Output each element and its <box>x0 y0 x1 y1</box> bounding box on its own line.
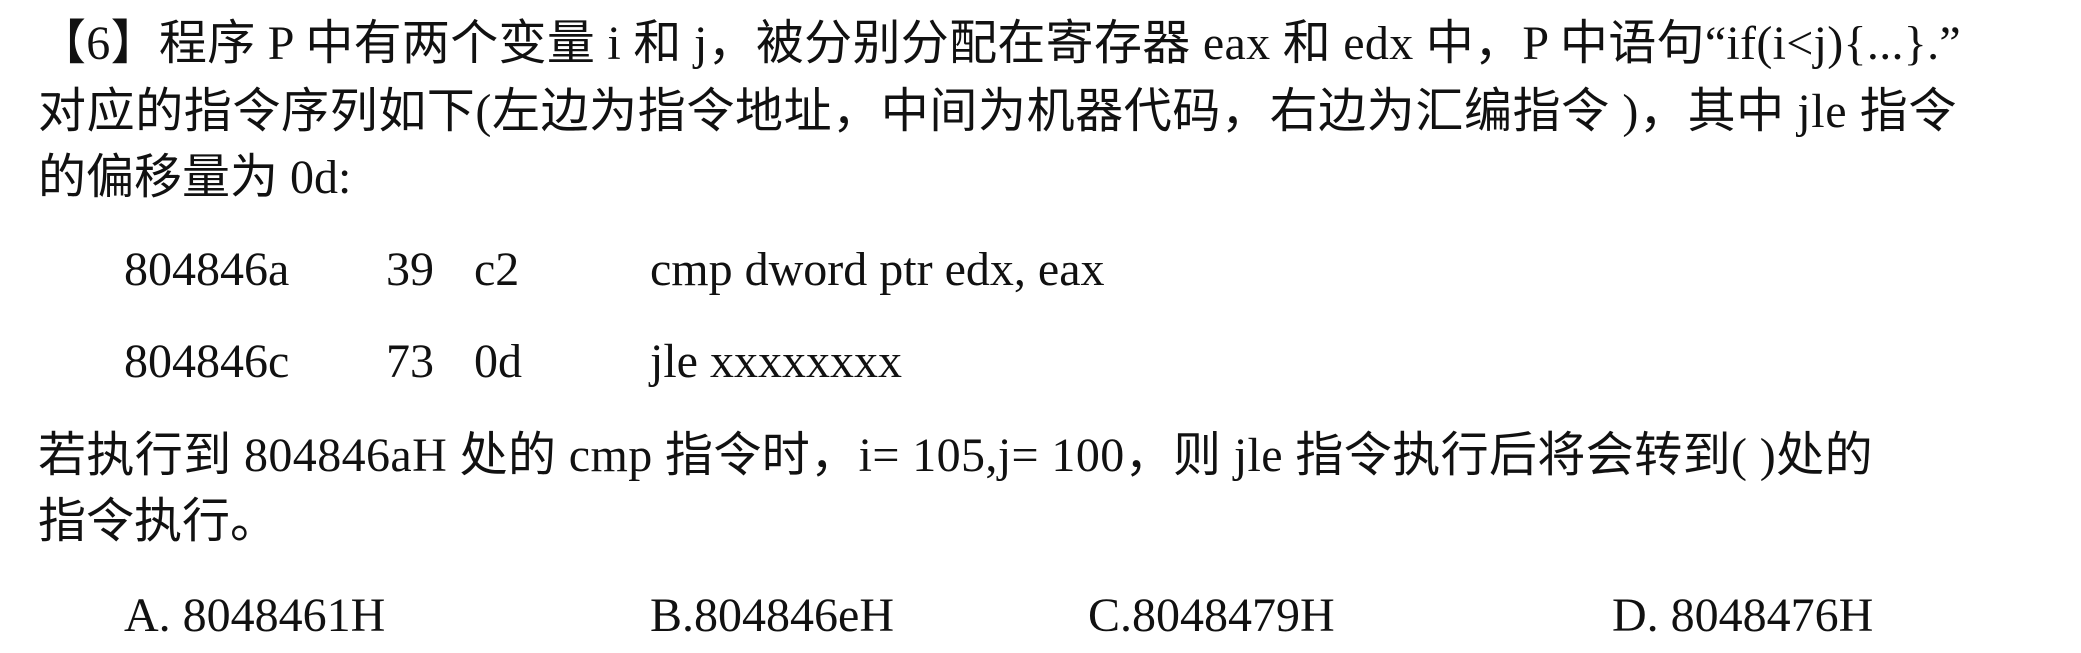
machine-code-byte: 39 <box>386 243 434 296</box>
question-text-line-3: 的偏移量为 0d: <box>38 151 352 204</box>
option-a[interactable]: A. 8048461H <box>124 588 385 644</box>
option-b[interactable]: B.804846eH <box>650 588 894 644</box>
code-listing-row: 804846a 39 c2 cmp dword ptr edx, eax <box>0 242 2081 298</box>
machine-code-byte: 0d <box>474 335 522 388</box>
answer-options: A. 8048461H B.804846eH C.8048479H D. 804… <box>0 588 2081 644</box>
instruction-address: 804846a <box>124 243 290 296</box>
machine-code-byte: 73 <box>386 335 434 388</box>
assembly-instruction: jle xxxxxxxx <box>650 335 902 388</box>
option-d[interactable]: D. 8048476H <box>1612 588 1873 644</box>
question-text-line-5: 指令执行。 <box>38 495 279 548</box>
question-text-line-4: 若执行到 804846aH 处的 cmp 指令时，i= 105,j= 100，则… <box>38 429 1873 482</box>
instruction-address: 804846c <box>124 335 290 388</box>
assembly-instruction: cmp dword ptr edx, eax <box>650 243 1105 296</box>
code-listing-row: 804846c 73 0d jle xxxxxxxx <box>0 334 2081 390</box>
question-text-line-2: 对应的指令序列如下(左边为指令地址，中间为机器代码，右边为汇编指令 )，其中 j… <box>38 85 1957 138</box>
option-c[interactable]: C.8048479H <box>1088 588 1335 644</box>
machine-code-byte: c2 <box>474 243 520 296</box>
document-page: 【6】程序 P 中有两个变量 i 和 j，被分别分配在寄存器 eax 和 edx… <box>0 0 2081 653</box>
question-text-line-1: 【6】程序 P 中有两个变量 i 和 j，被分别分配在寄存器 eax 和 edx… <box>38 17 1962 70</box>
